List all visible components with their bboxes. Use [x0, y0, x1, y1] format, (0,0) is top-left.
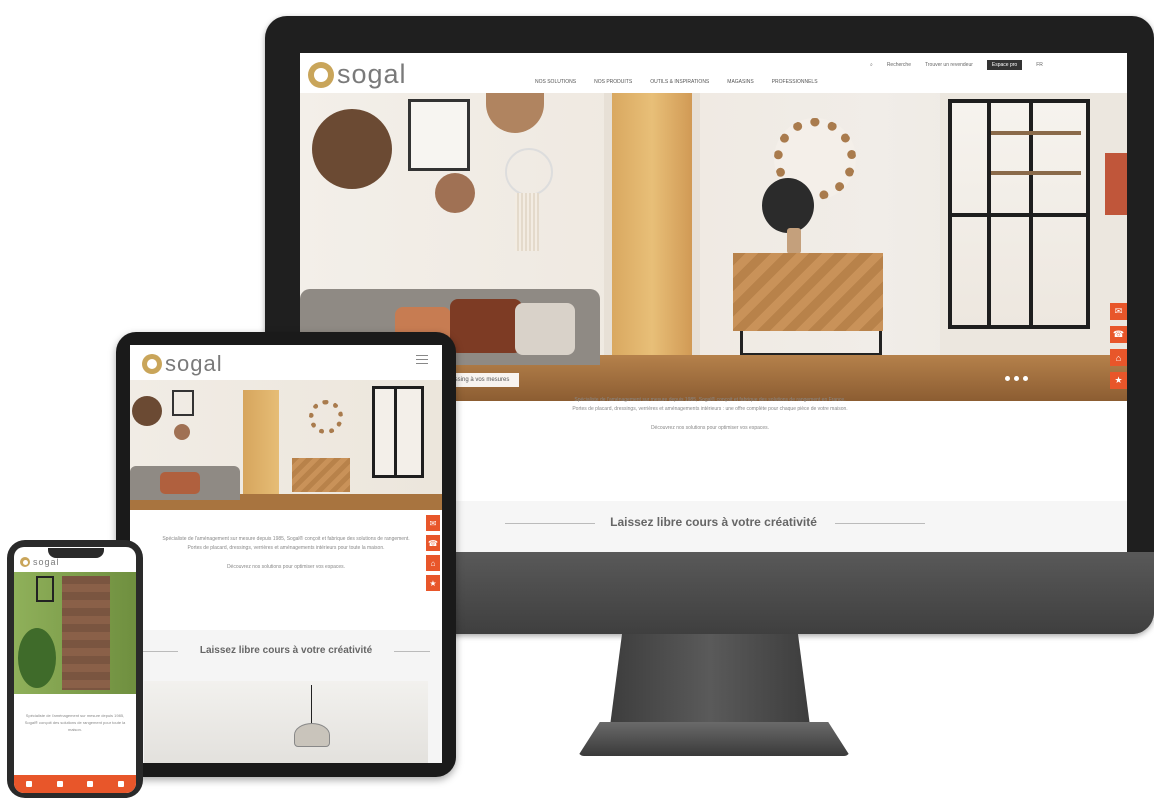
star-icon[interactable]: ★ — [426, 575, 440, 591]
logo-text: sogal — [337, 59, 407, 89]
wall-hat-decor — [312, 109, 392, 189]
section-heading: Laissez libre cours à votre créativité — [199, 645, 373, 656]
wall-basket-decor — [174, 424, 190, 440]
phone-bottom-bar — [14, 775, 136, 793]
top-bar: ⌕ Recherche Trouver un revendeur Espace … — [870, 60, 1043, 70]
cushion — [160, 472, 200, 494]
carousel-dot[interactable] — [1005, 376, 1010, 381]
shelf — [991, 171, 1081, 175]
dried-flowers — [762, 178, 814, 233]
menu-item-magasins[interactable]: Magasins — [727, 79, 753, 85]
logo-mark-icon — [20, 557, 30, 567]
vase — [787, 228, 801, 254]
inspiration-photo[interactable] — [144, 681, 428, 763]
wooden-door — [62, 576, 110, 690]
phone-icon[interactable] — [56, 781, 63, 787]
main-menu: Nos solutions Nos produits Outils & insp… — [535, 79, 818, 85]
top-link-dealer[interactable]: Trouver un revendeur — [925, 62, 973, 68]
desktop-navbar: sogal Nos solutions Nos produits Outils … — [300, 53, 1127, 94]
macrame-decor — [515, 193, 539, 251]
brand-logo[interactable]: sogal — [20, 557, 60, 567]
mail-icon[interactable]: ✉ — [1110, 303, 1127, 320]
floating-actions: ✉ ☎ ⌂ ★ — [426, 515, 440, 591]
monitor-stand-neck — [610, 634, 810, 726]
intro-line: Découvrez nos solutions pour optimiser v… — [226, 564, 346, 570]
menu-item-produits[interactable]: Nos produits — [594, 79, 632, 85]
store-icon[interactable] — [87, 781, 94, 787]
chevron-sideboard — [292, 458, 350, 492]
logo-mark-icon — [142, 354, 162, 374]
store-icon[interactable]: ⌂ — [1110, 349, 1127, 366]
phone-icon[interactable]: ☎ — [1110, 326, 1127, 343]
carousel-dot[interactable] — [1023, 376, 1028, 381]
plant — [18, 628, 56, 688]
red-lamp — [1105, 153, 1127, 215]
menu-item-outils[interactable]: Outils & inspirations — [650, 79, 709, 85]
dreamcatcher-decor — [505, 148, 553, 196]
intro-text: Spécialiste de l'aménagement sur mesure … — [360, 396, 1060, 433]
wall-frame — [408, 99, 470, 171]
wall-frame — [172, 390, 194, 416]
logo-text: sogal — [33, 557, 60, 567]
carousel-dots — [1005, 376, 1028, 381]
intro-line: Portes de placard, dressings, verrières … — [187, 545, 385, 551]
floating-actions: ✉ ☎ ⌂ ★ — [1110, 303, 1127, 389]
logo-mark-icon — [308, 61, 334, 88]
star-icon[interactable]: ★ — [1110, 372, 1127, 389]
star-icon[interactable] — [117, 781, 124, 787]
shelf — [991, 131, 1081, 135]
intro-text: Spécialiste de l'aménagement sur mesure … — [24, 713, 126, 732]
wall-hat-decor-2 — [486, 93, 544, 133]
wooden-door — [612, 93, 692, 355]
hamburger-menu-icon[interactable] — [416, 355, 428, 367]
phone-icon[interactable]: ☎ — [426, 535, 440, 551]
language-switch[interactable]: FR — [1036, 62, 1043, 68]
lantern — [36, 576, 54, 602]
pro-space-button[interactable]: Espace pro — [986, 60, 1023, 70]
intro-line: Spécialiste de l'aménagement sur mesure … — [574, 397, 846, 403]
brand-logo[interactable]: sogal — [142, 351, 223, 377]
verriere-frame — [372, 386, 424, 478]
brand-logo[interactable]: sogal — [308, 59, 407, 90]
phone-notch — [48, 548, 104, 558]
intro-line: Découvrez nos solutions pour optimiser v… — [650, 425, 770, 431]
sideboard-legs — [740, 331, 882, 356]
mail-icon[interactable] — [26, 781, 33, 787]
pendant-cord — [311, 685, 312, 725]
cushion — [450, 299, 522, 353]
wooden-door — [243, 390, 279, 502]
intro-line: Portes de placard, dressings, verrières … — [572, 406, 848, 412]
intro-text: Spécialiste de l'aménagement sur mesure … — [150, 535, 422, 572]
chevron-sideboard — [733, 253, 883, 331]
mail-icon[interactable]: ✉ — [426, 515, 440, 531]
cushion — [515, 303, 575, 355]
store-icon[interactable]: ⌂ — [426, 555, 440, 571]
pendant-lamp — [294, 723, 330, 747]
monitor-stand-base — [578, 722, 850, 756]
verriere-bar — [948, 213, 1090, 217]
menu-item-professionnels[interactable]: Professionnels — [772, 79, 818, 85]
wall-hat-decor — [132, 396, 162, 426]
tablet-hero-image — [130, 380, 442, 510]
search-icon[interactable]: ⌕ — [870, 62, 873, 68]
logo-text: sogal — [165, 351, 223, 376]
intro-line: Spécialiste de l'aménagement sur mesure … — [162, 536, 410, 542]
wall-basket-decor — [435, 173, 475, 213]
phone-hero-image — [14, 572, 136, 694]
menu-item-solutions[interactable]: Nos solutions — [535, 79, 576, 85]
phone-screen: sogal Spécialiste de l'aménagement sur m… — [14, 547, 136, 793]
sun-mirror — [309, 400, 343, 434]
tablet-screen: sogal ✉ ☎ ⌂ ★ Spécialiste de l'aménageme… — [130, 345, 442, 763]
verriere-bar — [394, 386, 397, 478]
carousel-dot[interactable] — [1014, 376, 1019, 381]
top-link-search[interactable]: Recherche — [887, 62, 911, 68]
